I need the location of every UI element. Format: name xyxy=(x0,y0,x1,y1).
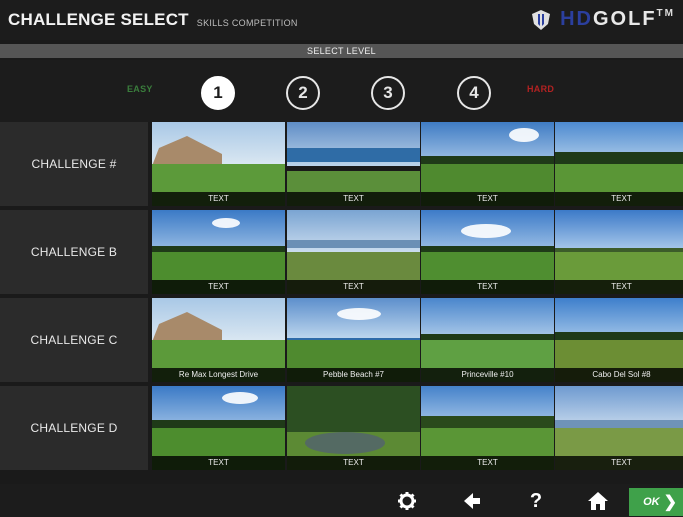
level-2-button[interactable]: 2 xyxy=(286,76,320,110)
page-subtitle: SKILLS COMPETITION xyxy=(196,17,298,28)
challenge-row-c: CHALLENGE C Re Max Longest Drive Pebble … xyxy=(0,298,683,382)
tile-caption: TEXT xyxy=(555,280,683,294)
level-selector: EASY 1 2 3 4 HARD xyxy=(0,60,683,122)
tile-caption: TEXT xyxy=(152,192,285,206)
challenge-tile[interactable]: TEXT xyxy=(555,386,683,470)
challenge-tile[interactable]: TEXT xyxy=(152,386,285,470)
help-icon[interactable]: ? xyxy=(525,490,547,512)
page-title: CHALLENGE SELECT xyxy=(8,10,189,29)
challenge-row-label[interactable]: CHALLENGE C xyxy=(0,298,148,382)
hard-label: HARD xyxy=(527,84,555,94)
tile-caption: Re Max Longest Drive xyxy=(152,368,285,382)
easy-label: EASY xyxy=(127,84,153,94)
challenge-tile[interactable]: TEXT xyxy=(555,210,683,294)
level-4-button[interactable]: 4 xyxy=(457,76,491,110)
challenge-tile[interactable]: TEXT xyxy=(287,122,420,206)
challenge-row-d: CHALLENGE D TEXT TEXT TEXT TEXT xyxy=(0,386,683,470)
challenge-row-a: CHALLENGE # TEXT TEXT TEXT TEXT xyxy=(0,122,683,206)
challenge-tile[interactable]: Cabo Del Sol #8 xyxy=(555,298,683,382)
challenge-tile[interactable]: TEXT xyxy=(152,210,285,294)
back-arrow-icon[interactable] xyxy=(461,490,483,512)
challenge-row-label[interactable]: CHALLENGE D xyxy=(0,386,148,470)
logo-wordmark: HDGOLFTM xyxy=(560,8,675,30)
ok-button[interactable]: OK ❯ xyxy=(629,488,683,516)
challenge-tile[interactable]: TEXT xyxy=(152,122,285,206)
tile-caption: TEXT xyxy=(555,192,683,206)
challenge-tile[interactable]: Re Max Longest Drive xyxy=(152,298,285,382)
tile-caption: TEXT xyxy=(421,192,554,206)
challenge-grid: CHALLENGE # TEXT TEXT TEXT TEXT CHALLENG… xyxy=(0,122,683,472)
challenge-tile[interactable]: TEXT xyxy=(421,210,554,294)
tile-caption: TEXT xyxy=(421,456,554,470)
header-bar: CHALLENGE SELECT SKILLS COMPETITION HDGO… xyxy=(0,0,683,40)
gear-icon[interactable] xyxy=(396,490,418,512)
challenge-tile[interactable]: TEXT xyxy=(421,122,554,206)
hdgolf-logo: HDGOLFTM xyxy=(530,8,675,31)
tile-caption: Cabo Del Sol #8 xyxy=(555,368,683,382)
challenge-tile[interactable]: TEXT xyxy=(421,386,554,470)
level-3-button[interactable]: 3 xyxy=(371,76,405,110)
tile-caption: TEXT xyxy=(152,456,285,470)
tile-caption: TEXT xyxy=(555,456,683,470)
home-icon[interactable] xyxy=(587,490,609,512)
tile-caption: Princeville #10 xyxy=(421,368,554,382)
shield-logo-icon xyxy=(532,9,551,30)
select-level-bar: SELECT LEVEL xyxy=(0,44,683,58)
challenge-row-b: CHALLENGE B TEXT TEXT TEXT TEXT xyxy=(0,210,683,294)
challenge-tile[interactable]: Princeville #10 xyxy=(421,298,554,382)
tile-caption: TEXT xyxy=(152,280,285,294)
challenge-row-label[interactable]: CHALLENGE B xyxy=(0,210,148,294)
tile-caption: TEXT xyxy=(287,192,420,206)
footer-toolbar: ? OK ❯ xyxy=(0,484,683,517)
tile-caption: Pebble Beach #7 xyxy=(287,368,420,382)
challenge-tile[interactable]: TEXT xyxy=(287,210,420,294)
chevron-right-icon: ❯ xyxy=(663,494,677,511)
challenge-tile[interactable]: TEXT xyxy=(555,122,683,206)
challenge-row-label[interactable]: CHALLENGE # xyxy=(0,122,148,206)
ok-label: OK xyxy=(643,496,660,508)
level-1-button[interactable]: 1 xyxy=(201,76,235,110)
tile-caption: TEXT xyxy=(287,456,420,470)
challenge-tile[interactable]: Pebble Beach #7 xyxy=(287,298,420,382)
challenge-tile[interactable]: TEXT xyxy=(287,386,420,470)
tile-caption: TEXT xyxy=(421,280,554,294)
tile-caption: TEXT xyxy=(287,280,420,294)
